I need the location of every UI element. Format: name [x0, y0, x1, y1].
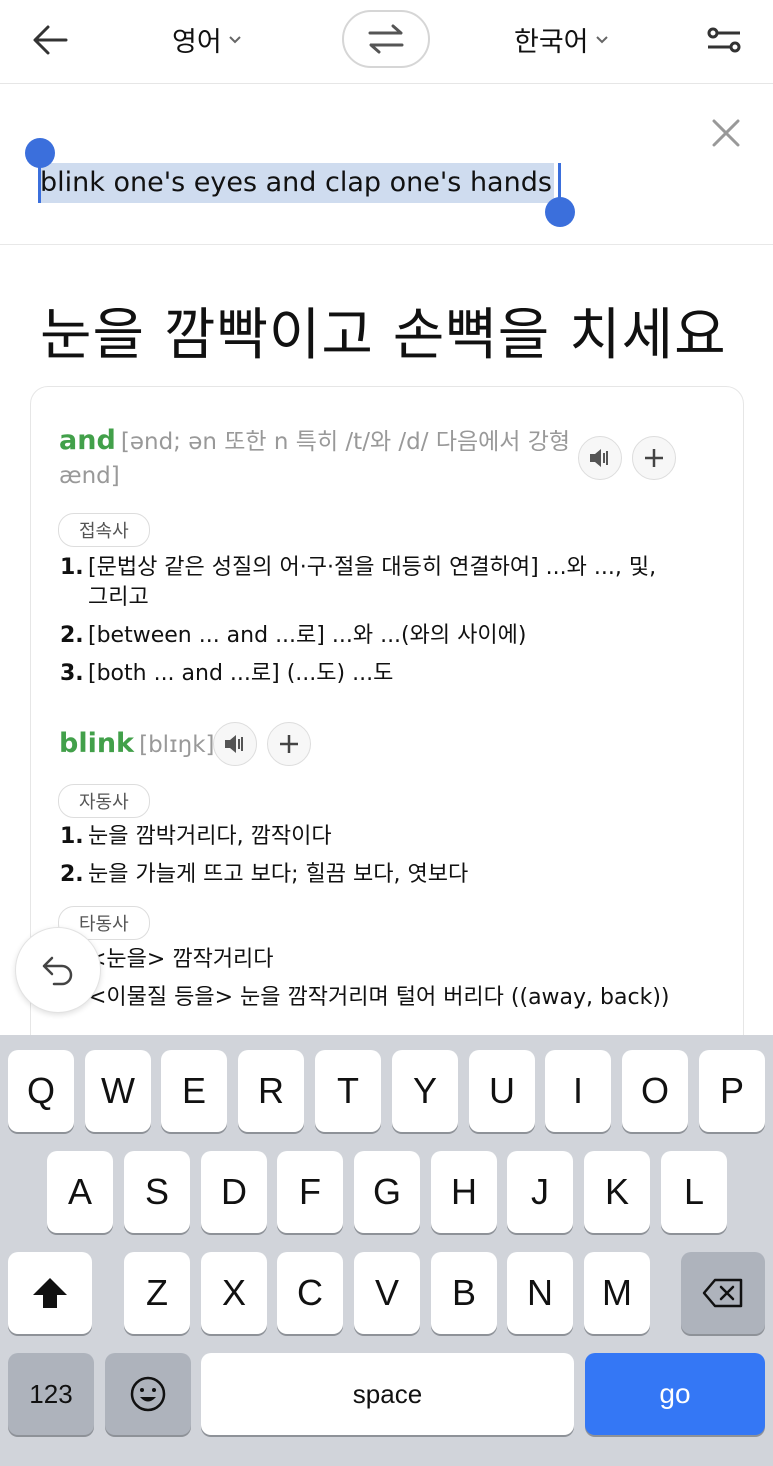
selection-start-handle[interactable]: [25, 138, 55, 168]
close-icon[interactable]: [706, 113, 746, 153]
keyboard: Q W E R T Y U I O P A S D F G H J K L Z …: [0, 1035, 773, 1466]
speaker-icon[interactable]: [578, 436, 622, 480]
key-x[interactable]: X: [201, 1252, 267, 1334]
key-h[interactable]: H: [431, 1151, 497, 1233]
query-text[interactable]: blink one's eyes and clap one's hands: [38, 163, 554, 203]
shift-key[interactable]: [8, 1252, 92, 1334]
undo-icon: [42, 956, 73, 986]
key-b[interactable]: B: [431, 1252, 497, 1334]
key-r[interactable]: R: [238, 1050, 304, 1132]
key-f[interactable]: F: [277, 1151, 343, 1233]
dictionary-card: and [ənd; ən 또한 n 특히 /t/와 /d/ 다음에서 강형 æn…: [30, 386, 744, 1086]
key-m[interactable]: M: [584, 1252, 650, 1334]
part-of-speech-badge: 자동사: [58, 784, 150, 818]
pronunciation: [blɪŋk]: [139, 732, 215, 758]
entry-header-blink: blink [blɪŋk]: [59, 727, 215, 764]
emoji-icon: [130, 1376, 166, 1412]
key-l[interactable]: L: [661, 1151, 727, 1233]
key-d[interactable]: D: [201, 1151, 267, 1233]
key-g[interactable]: G: [354, 1151, 420, 1233]
settings-sliders-icon[interactable]: [700, 18, 748, 62]
key-a[interactable]: A: [47, 1151, 113, 1233]
chevron-down-icon: [595, 35, 608, 43]
headword[interactable]: and: [59, 425, 116, 456]
key-c[interactable]: C: [277, 1252, 343, 1334]
definition-item: 1. 눈을 깜박거리다, 깜작이다: [60, 824, 332, 849]
emoji-key[interactable]: [105, 1353, 191, 1435]
target-language-label: 한국어: [514, 27, 589, 58]
backspace-icon: [702, 1278, 743, 1308]
key-z[interactable]: Z: [124, 1252, 190, 1334]
key-k[interactable]: K: [584, 1151, 650, 1233]
definition-item: 1. [문법상 같은 성질의 어·구·절을 대등히 연결하여] ...와 ...,…: [60, 555, 657, 610]
translation-result[interactable]: 눈을 깜빡이고 손뼉을 치세요: [40, 290, 727, 371]
input-area[interactable]: blink one's eyes and clap one's hands: [0, 85, 773, 245]
key-n[interactable]: N: [507, 1252, 573, 1334]
key-v[interactable]: V: [354, 1252, 420, 1334]
part-of-speech-badge: 접속사: [58, 513, 150, 547]
chevron-down-icon: [228, 35, 241, 43]
key-i[interactable]: I: [545, 1050, 611, 1132]
definition-item: <눈을> 깜작거리다: [88, 947, 274, 972]
definition-item: 3. [both ... and ...로] (...도) ...도: [60, 661, 394, 686]
selection-start-caret[interactable]: [38, 163, 41, 203]
plus-icon[interactable]: [632, 436, 676, 480]
swap-languages-button[interactable]: [342, 10, 430, 68]
selection-end-handle[interactable]: [545, 197, 575, 227]
pronunciation-cont: ænd]: [59, 463, 120, 489]
key-e[interactable]: E: [161, 1050, 227, 1132]
key-t[interactable]: T: [315, 1050, 381, 1132]
source-language-label: 영어: [172, 27, 222, 58]
go-key[interactable]: go: [585, 1353, 765, 1435]
key-y[interactable]: Y: [392, 1050, 458, 1132]
entry-header-and: and [ənd; ən 또한 n 특히 /t/와 /d/ 다음에서 강형 æn…: [59, 425, 579, 494]
key-q[interactable]: Q: [8, 1050, 74, 1132]
undo-button[interactable]: [15, 927, 101, 1013]
key-w[interactable]: W: [85, 1050, 151, 1132]
key-s[interactable]: S: [124, 1151, 190, 1233]
space-key[interactable]: space: [201, 1353, 574, 1435]
speaker-icon[interactable]: [213, 722, 257, 766]
swap-icon: [368, 24, 404, 54]
key-p[interactable]: P: [699, 1050, 765, 1132]
headword[interactable]: blink: [59, 728, 134, 759]
top-bar: 영어 한국어: [0, 0, 773, 84]
key-u[interactable]: U: [469, 1050, 535, 1132]
source-language-select[interactable]: 영어: [172, 20, 242, 59]
key-o[interactable]: O: [622, 1050, 688, 1132]
back-arrow-icon[interactable]: [28, 18, 72, 62]
definition-item: <이물질 등을> 눈을 깜작거리며 털어 버리다 ((away, back)): [88, 985, 670, 1010]
pronunciation: [ənd; ən 또한 n 특히 /t/와 /d/ 다음에서 강형: [120, 429, 571, 455]
numbers-key[interactable]: 123: [8, 1353, 94, 1435]
definition-item: 2. 눈을 가늘게 뜨고 보다; 힐끔 보다, 엿보다: [60, 862, 469, 887]
definition-item: 2. [between ... and ...로] ...와 ...(와의 사이에…: [60, 623, 527, 648]
backspace-key[interactable]: [681, 1252, 765, 1334]
target-language-select[interactable]: 한국어: [514, 20, 609, 59]
shift-icon: [33, 1278, 67, 1308]
plus-icon[interactable]: [267, 722, 311, 766]
key-j[interactable]: J: [507, 1151, 573, 1233]
